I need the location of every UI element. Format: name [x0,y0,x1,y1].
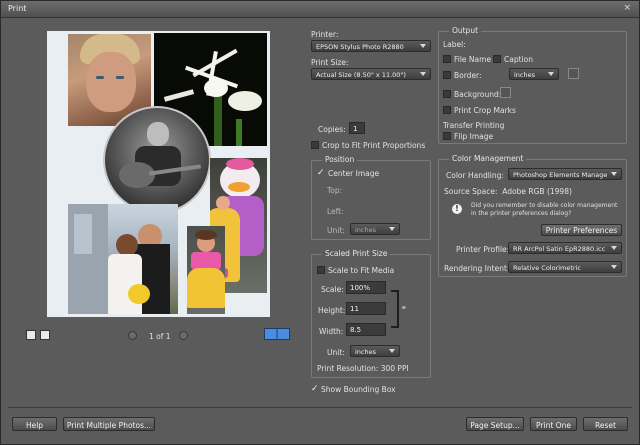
constrain-proportions-bracket [391,290,399,328]
width-input[interactable]: 8.5 [346,323,386,336]
height-label: Height: [318,306,346,315]
chevron-down-icon [389,227,395,231]
center-image-label: Center Image [328,169,380,178]
position-unit-select[interactable]: inches [350,223,400,235]
crop-to-fit-checkbox[interactable] [311,141,319,149]
background-color-swatch[interactable] [500,87,511,98]
print-one-button[interactable]: Print One [530,417,577,431]
print-size-value: Actual Size (8.50" x 11.00") [316,71,406,79]
color-management-title: Color Management [449,154,527,163]
page-counter: 1 of 1 [149,332,171,341]
reset-button[interactable]: Reset [583,417,628,431]
title-bar: Print × [1,1,639,18]
rendering-intent-select[interactable]: Relative Colorimetric [508,261,622,273]
page-setup-button[interactable]: Page Setup... [466,417,524,431]
printer-value: EPSON Stylus Photo R2880 [316,43,404,51]
crop-marks-label: Print Crop Marks [454,106,516,115]
rendering-intent-value: Relative Colorimetric [513,264,581,272]
crop-to-fit-label: Crop to Fit Print Proportions [322,141,426,150]
scale-to-fit-label: Scale to Fit Media [328,266,395,275]
position-unit-value: inches [355,226,377,234]
width-label: Width: [319,327,344,336]
left-label: Left: [327,207,344,216]
rotate-right-icon[interactable] [40,330,50,340]
scaled-unit-value: inches [355,348,377,356]
color-handling-label: Color Handling: [446,171,504,180]
border-label: Border: [454,71,482,80]
rendering-intent-label: Rendering Intent: [444,264,510,273]
chain-link-icon[interactable]: ⚭ [401,304,407,312]
print-preview [47,31,270,317]
window-title: Print [8,4,27,13]
height-input[interactable]: 11 [346,302,386,315]
center-image-check-icon[interactable]: ✓ [317,168,325,178]
source-space: Source Space: Adobe RGB (1998) [444,187,572,196]
transfer-printing-heading: Transfer Printing [443,121,505,130]
copies-input[interactable]: 1 [349,122,365,134]
chevron-down-icon [611,246,617,250]
footer-divider [8,407,632,408]
label-heading: Label: [443,40,466,49]
print-multiple-photos-button[interactable]: Print Multiple Photos... [63,417,155,431]
caption-label: Caption [504,55,533,64]
background-checkbox[interactable] [443,90,451,98]
show-bounding-box-label: Show Bounding Box [321,385,396,394]
chevron-down-icon [548,72,554,76]
print-size-select[interactable]: Actual Size (8.50" x 11.00") [311,68,431,80]
printer-select[interactable]: EPSON Stylus Photo R2880 [311,40,431,52]
photo-wedding-couple[interactable] [68,204,178,314]
scaled-unit-select[interactable]: inches [350,345,400,357]
printer-profile-label: Printer Profile: [456,245,510,254]
color-handling-value: Photoshop Elements Manages Co [513,171,607,179]
print-size-label: Print Size: [311,58,349,67]
photo-girl-in-dress[interactable] [187,226,225,314]
border-color-swatch[interactable] [568,68,579,79]
crop-marks-checkbox[interactable] [443,106,451,114]
fit-page-icon[interactable] [264,328,290,340]
scale-label: Scale: [321,285,344,294]
border-unit-select[interactable]: inches [509,68,559,80]
output-title: Output [449,26,482,35]
scale-input[interactable]: 100% [346,281,386,294]
scaled-print-size-title: Scaled Print Size [322,249,391,258]
chevron-down-icon [420,72,426,76]
background-label: Background: [454,90,502,99]
printer-profile-value: RR ArcPol Satin EpR2880.icc [513,245,606,253]
printer-label: Printer: [311,30,339,39]
show-bounding-box-check-icon[interactable]: ✓ [311,384,319,394]
print-resolution: Print Resolution: 300 PPI [317,364,409,373]
previous-page-icon[interactable] [128,331,137,340]
position-unit-label: Unit: [327,226,345,235]
color-handling-select[interactable]: Photoshop Elements Manages Co [508,168,622,180]
file-name-label: File Name [454,55,492,64]
caption-checkbox[interactable] [493,55,501,63]
info-icon: ! [452,204,462,214]
scaled-unit-label: Unit: [327,348,345,357]
copies-label: Copies: [318,125,346,134]
top-label: Top: [327,186,343,195]
position-title: Position [322,155,358,164]
next-page-icon[interactable] [179,331,188,340]
printer-preferences-button[interactable]: Printer Preferences [541,224,622,236]
photo-guitar-player[interactable] [103,106,211,214]
chevron-down-icon [611,172,617,176]
scale-to-fit-checkbox[interactable] [317,266,325,274]
border-unit-value: inches [514,71,536,79]
close-icon[interactable]: × [623,3,631,13]
info-message: Did you remember to disable color manage… [471,202,618,217]
help-button[interactable]: Help [12,417,57,431]
chevron-down-icon [420,44,426,48]
printer-profile-select[interactable]: RR ArcPol Satin EpR2880.icc [508,242,622,254]
chevron-down-icon [611,265,617,269]
flip-image-label: Flip Image [454,132,494,141]
chevron-down-icon [389,349,395,353]
rotate-left-icon[interactable] [26,330,36,340]
file-name-checkbox[interactable] [443,55,451,63]
flip-image-checkbox[interactable] [443,132,451,140]
border-checkbox[interactable] [443,71,451,79]
